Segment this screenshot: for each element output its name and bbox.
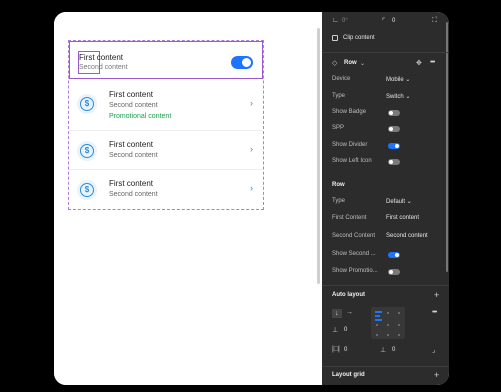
- row-props: Type Default ⌄ First Content First conte…: [332, 198, 444, 278]
- independent-corners-icon[interactable]: ⛶: [432, 17, 437, 25]
- show-promotional-toggle[interactable]: [388, 269, 400, 275]
- canvas-scrollbar[interactable]: [317, 28, 320, 284]
- prop-label: Show Promotio...: [332, 268, 378, 274]
- second-content-input[interactable]: Second content: [386, 233, 428, 239]
- prop-label: Second Content: [332, 233, 376, 239]
- row-type-select[interactable]: Default ⌄: [386, 198, 412, 205]
- prop-label: Show Second ...: [332, 251, 376, 257]
- go-to-main-component-icon[interactable]: ✥: [416, 59, 422, 67]
- row-first-content[interactable]: First content: [79, 53, 123, 62]
- row-section-title: Row: [332, 182, 345, 188]
- row-switch[interactable]: [231, 56, 253, 69]
- properties-panel: ∟ 0° ⌜ 0 ⛶ Clip content ◇ Row ⌄ ✥ ••• De…: [322, 12, 449, 385]
- rotation-icon: ∟: [332, 17, 339, 24]
- prop-label: Device: [332, 76, 351, 82]
- first-content-input[interactable]: First content: [386, 215, 419, 221]
- component-frame[interactable]: First content Second content $ First con…: [68, 40, 264, 210]
- item-first-content: First content: [109, 90, 154, 99]
- layout-grid-title: Layout grid: [332, 372, 365, 378]
- prop-label: Type: [332, 93, 346, 99]
- dollar-circle-icon: $: [80, 97, 94, 111]
- chevron-right-icon[interactable]: ›: [250, 144, 253, 154]
- variant-props: Device Mobile ⌄ Type Switch ⌄ Show Badge…: [332, 76, 444, 176]
- rotation-value[interactable]: 0°: [342, 18, 348, 24]
- align-bar: [375, 319, 382, 321]
- prop-label: First Content: [332, 215, 367, 221]
- padding-individual-icon[interactable]: ⌟: [432, 346, 435, 354]
- figma-window: First content Second content $ First con…: [54, 12, 449, 385]
- align-bar: [375, 315, 380, 317]
- chevron-right-icon[interactable]: ›: [250, 183, 253, 193]
- item-first-content: First content: [109, 179, 154, 188]
- show-second-toggle[interactable]: [388, 252, 400, 258]
- divider: [322, 52, 449, 53]
- divider: [322, 366, 449, 367]
- clip-content-label: Clip content: [343, 35, 375, 41]
- item-second-content: Second content: [109, 191, 158, 198]
- panel-scrollbar[interactable]: [446, 22, 448, 272]
- item-second-content: Second content: [109, 152, 158, 159]
- direction-horizontal-icon[interactable]: →: [346, 309, 353, 316]
- show-left-icon-toggle[interactable]: [388, 159, 400, 165]
- show-divider-toggle[interactable]: [388, 143, 400, 149]
- alignment-grid[interactable]: [371, 307, 405, 339]
- auto-layout-title: Auto layout: [332, 292, 365, 298]
- dollar-circle-icon: $: [80, 183, 94, 197]
- type-select[interactable]: Switch ⌄: [386, 93, 410, 100]
- chevron-down-icon[interactable]: ⌄: [360, 60, 365, 67]
- corner-radius-icon: ⌜: [382, 18, 386, 25]
- gap-icon: ⊥: [332, 327, 339, 334]
- more-options-icon[interactable]: •••: [430, 59, 435, 66]
- list-item[interactable]: $ First content Second content Promotion…: [69, 81, 263, 131]
- padding-h-value[interactable]: 0: [344, 347, 347, 353]
- padding-v-value[interactable]: 0: [392, 347, 395, 353]
- item-promotional-content: Promotional content: [109, 113, 172, 120]
- selected-row[interactable]: First content Second content: [69, 41, 263, 79]
- design-canvas[interactable]: First content Second content $ First con…: [54, 12, 322, 385]
- divider: [322, 285, 449, 286]
- device-select[interactable]: Mobile ⌄: [386, 76, 410, 83]
- add-auto-layout-plus-icon[interactable]: +: [434, 290, 439, 300]
- gap-value[interactable]: 0: [344, 327, 347, 333]
- item-second-content: Second content: [109, 102, 158, 109]
- prop-label: Show Divider: [332, 142, 368, 148]
- radius-value[interactable]: 0: [392, 18, 395, 24]
- prop-label: SPP: [332, 125, 345, 131]
- list-item[interactable]: $ First content Second content ›: [69, 170, 263, 209]
- switch-knob: [242, 58, 251, 67]
- align-bar: [375, 311, 382, 313]
- list-item[interactable]: $ First content Second content ›: [69, 131, 263, 170]
- vertical-padding-icon: ⊥: [380, 347, 387, 354]
- auto-layout-more-icon[interactable]: •••: [432, 309, 437, 316]
- prop-label: Show Left Icon: [332, 158, 372, 164]
- component-name[interactable]: Row: [344, 60, 357, 66]
- spp-toggle[interactable]: [388, 126, 400, 132]
- clip-content-checkbox[interactable]: [332, 35, 338, 41]
- row-second-content[interactable]: Second content: [79, 64, 128, 71]
- instance-diamond-icon: ◇: [332, 60, 338, 67]
- dollar-circle-icon: $: [80, 144, 94, 158]
- item-first-content: First content: [109, 140, 154, 149]
- prop-label: Type: [332, 198, 346, 204]
- direction-vertical-icon[interactable]: ↓: [332, 309, 342, 318]
- chevron-right-icon[interactable]: ›: [250, 98, 253, 108]
- add-layout-grid-plus-icon[interactable]: +: [434, 370, 439, 380]
- show-badge-toggle[interactable]: [388, 110, 400, 116]
- horizontal-padding-icon: |□|: [332, 346, 340, 353]
- prop-label: Show Badge: [332, 109, 367, 115]
